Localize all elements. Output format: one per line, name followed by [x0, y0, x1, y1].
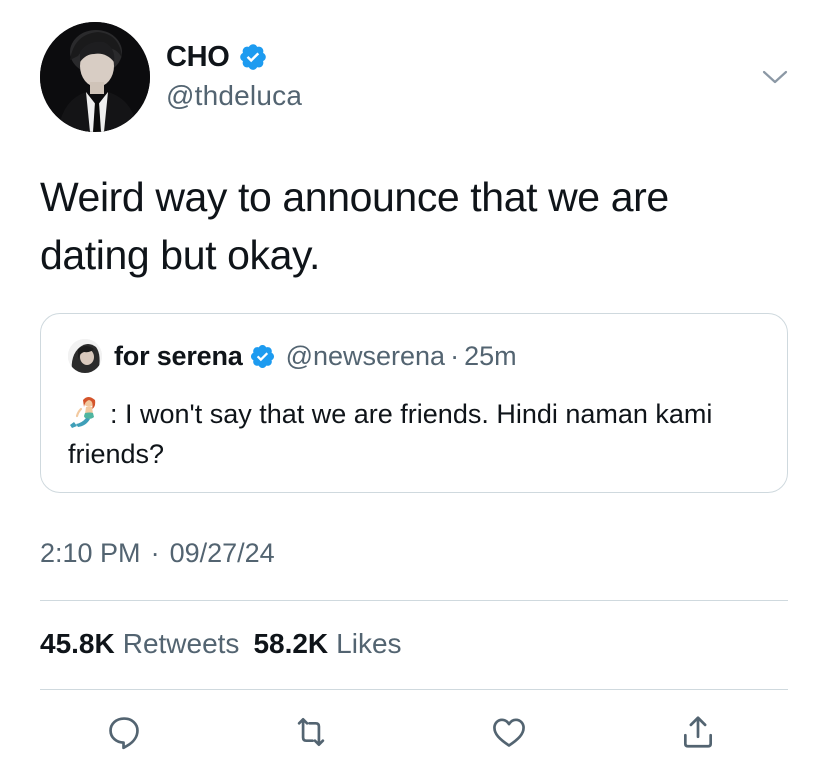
- timestamp-separator: ·: [150, 538, 160, 568]
- quoted-separator: ·: [450, 340, 460, 371]
- retweet-button[interactable]: [285, 706, 337, 758]
- author-names: CHO @thdeluca: [166, 40, 302, 112]
- mermaid-emoji-icon: [68, 395, 108, 429]
- retweet-icon: [297, 717, 325, 747]
- author-handle[interactable]: @thdeluca: [166, 80, 302, 112]
- quoted-tweet-text: : I won't say that we are friends. Hindi…: [68, 399, 713, 469]
- likes-label[interactable]: Likes: [336, 628, 401, 660]
- retweets-label[interactable]: Retweets: [123, 628, 240, 660]
- retweets-count[interactable]: 45.8K: [40, 628, 115, 660]
- quoted-time: 25m: [464, 340, 517, 371]
- verified-badge-icon: [238, 42, 268, 72]
- quoted-tweet-header: for serena @newserena · 25m: [68, 339, 517, 373]
- quoted-handle[interactable]: @newserena: [286, 341, 446, 372]
- divider-top: [40, 600, 788, 601]
- tweet-actions-bar: [40, 706, 788, 758]
- tweet-stats: 45.8K Retweets 58.2K Likes: [40, 628, 416, 660]
- likes-count[interactable]: 58.2K: [253, 628, 328, 660]
- quoted-tweet[interactable]: for serena @newserena · 25m : I won't sa…: [40, 313, 788, 493]
- heart-icon: [493, 718, 525, 747]
- author-avatar[interactable]: [40, 22, 150, 132]
- tweet-text: Weird way to announce that we are dating…: [40, 174, 669, 278]
- author-display-name[interactable]: CHO: [166, 41, 230, 74]
- like-button[interactable]: [483, 706, 535, 758]
- quoted-tweet-text-block: : I won't say that we are friends. Hindi…: [68, 394, 758, 474]
- display-name-row: CHO: [166, 40, 302, 74]
- timestamp-date[interactable]: 09/27/24: [170, 538, 275, 569]
- quoted-display-name[interactable]: for serena: [114, 341, 243, 372]
- share-icon: [683, 716, 713, 748]
- tweet-header: CHO @thdeluca: [40, 22, 790, 134]
- timestamp-time[interactable]: 2:10 PM: [40, 538, 141, 569]
- divider-bottom: [40, 689, 788, 690]
- chevron-down-icon[interactable]: [760, 66, 790, 88]
- quoted-author-avatar: [68, 339, 102, 373]
- tweet-timestamp: 2:10 PM · 09/27/24: [40, 538, 275, 569]
- share-button[interactable]: [672, 706, 724, 758]
- reply-button[interactable]: [98, 706, 150, 758]
- reply-icon: [109, 717, 139, 750]
- quoted-verified-badge-icon: [249, 343, 276, 370]
